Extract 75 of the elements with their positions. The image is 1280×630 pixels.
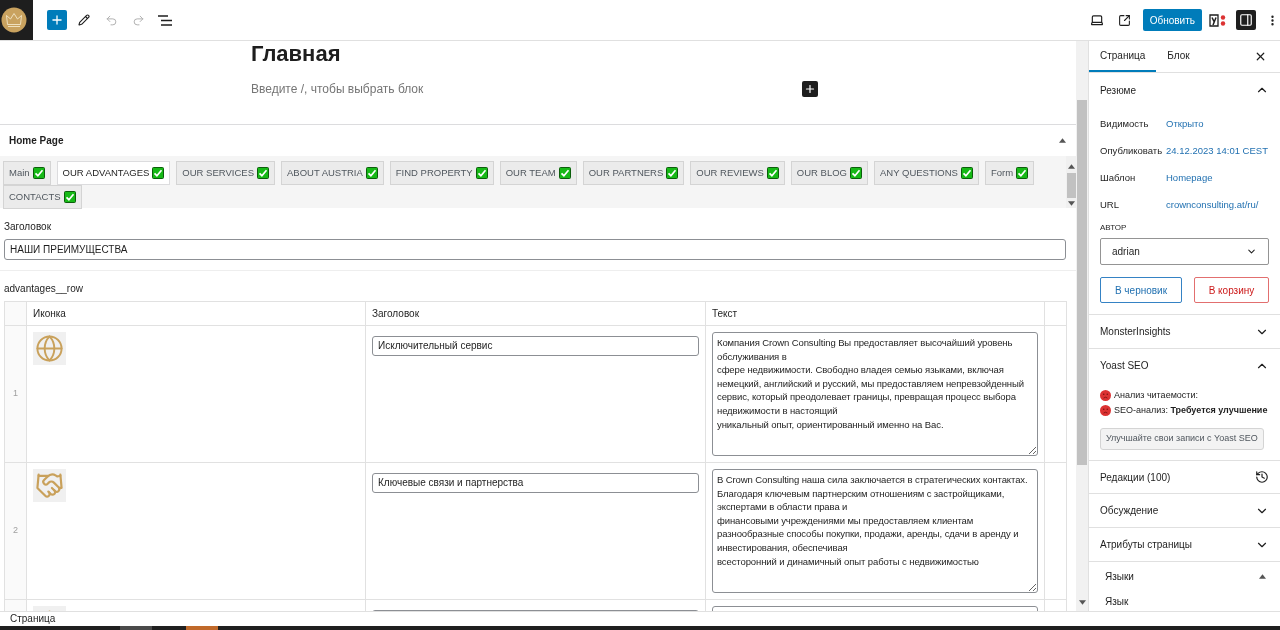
- author-label: АВТОР: [1100, 222, 1128, 234]
- breadcrumb-link[interactable]: Страница: [10, 613, 56, 625]
- external-link-icon: [1118, 13, 1132, 27]
- author-select[interactable]: adrian: [1100, 238, 1269, 265]
- setting-link[interactable]: crownconsulting.at/ru/: [1166, 198, 1259, 213]
- move-to-trash-button[interactable]: В корзину: [1194, 277, 1269, 303]
- revisions-button[interactable]: Редакции (100): [1089, 461, 1280, 493]
- history-icon: [1255, 470, 1269, 484]
- row-number: 2: [5, 463, 27, 600]
- column-header: Текст: [706, 302, 1045, 326]
- setting-label: Шаблон: [1100, 171, 1137, 186]
- sidebar-tab[interactable]: Страница: [1089, 41, 1157, 72]
- row-number: 1: [5, 326, 27, 463]
- sidebar-panel-icon: [1239, 13, 1253, 27]
- scroll-down-arrow-icon: [1078, 600, 1086, 605]
- panel-toggle[interactable]: Атрибуты страницы: [1089, 528, 1280, 561]
- plus-icon: [804, 83, 816, 95]
- laptop-icon: [1089, 13, 1104, 27]
- panel-toggle[interactable]: Обсуждение: [1089, 494, 1280, 527]
- text-area-field[interactable]: Компания Crown Consulting Вы предоставляет высочайший уровень обслуживания в сфере недвижимости. Свободно владея семью языками, включая немецкий, английский и русский, мы предоставляем непревзойденный сервис, который преодолевает границы, превращая процесс выбора недвижимости в настоящий уникальный опыт, ориентированный именно на Вас.: [712, 332, 1038, 456]
- switch-to-draft-button[interactable]: В черновик: [1100, 277, 1182, 303]
- heading-input[interactable]: НАШИ ПРЕИМУЩЕСТВА: [4, 239, 1066, 260]
- y-logo-icon: [1209, 13, 1227, 27]
- undo-icon: [104, 13, 118, 27]
- tab[interactable]: FIND PROPERTY: [389, 161, 494, 185]
- tab[interactable]: OUR SERVICES: [176, 161, 275, 185]
- scrollbar-thumb[interactable]: [1077, 100, 1087, 465]
- tab[interactable]: OUR PARTNERS: [582, 161, 685, 185]
- panel-toggle[interactable]: MonsterInsights: [1089, 315, 1280, 348]
- tab[interactable]: ABOUT AUSTRIA: [280, 161, 384, 185]
- scrollbar-track[interactable]: [1076, 41, 1088, 611]
- setting-label: URL: [1100, 198, 1120, 213]
- scroll-up-arrow-icon: [1067, 164, 1075, 169]
- crown-logo-icon[interactable]: [0, 0, 33, 40]
- plus-icon: [50, 13, 64, 27]
- update-button[interactable]: Обновить: [1142, 9, 1202, 31]
- analysis-result: SEO-анализ: Требуется улучшение: [1114, 403, 1268, 417]
- setting-link[interactable]: Homepage: [1166, 171, 1213, 186]
- tab[interactable]: OUR BLOG: [790, 161, 868, 185]
- add-block-button[interactable]: [802, 81, 818, 97]
- text-area-field[interactable]: В Crown Consulting наша сила заключается в стратегических контактах. Благодаря ключевым партнерским отношениям с застройщиками, экспертами в области права и финансовыми учреждениями мы предоставляем клиентам разнообразные способы покупки, продажи, аренды, сдачи в аренду и инвестирования, обеспечивая всесторонний и динамичный опыт работы с недвижимостью: [712, 469, 1038, 593]
- scrollbar-thumb[interactable]: [1066, 173, 1076, 198]
- analysis-result: Анализ читаемости:: [1114, 388, 1198, 402]
- tab[interactable]: ANY QUESTIONS: [874, 161, 979, 185]
- setting-label: Опубликовать: [1100, 144, 1164, 159]
- settings-toggle-button[interactable]: [1236, 10, 1256, 30]
- tab[interactable]: Form: [984, 161, 1035, 185]
- redo-icon: [131, 13, 145, 27]
- scroll-down-arrow-icon: [1067, 201, 1075, 206]
- seo-upgrade-button[interactable]: Улучшайте свои записи с Yoast SEO: [1100, 428, 1264, 450]
- setting-link[interactable]: 24.12.2023 14:01 CEST: [1166, 144, 1268, 159]
- column-header: Заголовок: [366, 302, 706, 326]
- field-label: Заголовок: [4, 220, 53, 233]
- page-title[interactable]: Главная: [251, 41, 825, 66]
- panel-toggle[interactable]: Yoast SEO: [1089, 349, 1280, 382]
- field-label: Язык: [1105, 596, 1130, 608]
- block-placeholder[interactable]: Введите /, чтобы выбрать блок: [251, 80, 424, 98]
- scrollbar-track[interactable]: [1066, 156, 1076, 208]
- title-input[interactable]: Исключительный сервис: [372, 335, 699, 356]
- tab[interactable]: Main: [3, 161, 51, 185]
- column-header: Иконка: [27, 302, 366, 326]
- tab[interactable]: OUR TEAM: [499, 161, 577, 185]
- setting-label: Видимость: [1100, 117, 1150, 132]
- title-input[interactable]: Ключевые связи и партнерства: [372, 472, 699, 493]
- panel-toggle[interactable]: Языки: [1089, 562, 1280, 590]
- tab[interactable]: CONTACTS: [3, 185, 82, 209]
- list-view-icon: [158, 14, 172, 26]
- pencil-icon: [78, 14, 90, 26]
- sidebar-tab[interactable]: Блок: [1156, 41, 1201, 72]
- setting-link[interactable]: Открыто: [1166, 117, 1204, 132]
- field-label: advantages__row: [4, 282, 84, 295]
- tab[interactable]: OUR ADVANTAGES: [56, 161, 171, 185]
- tab[interactable]: OUR REVIEWS: [690, 161, 785, 185]
- panel-toggle[interactable]: Резюме: [1089, 73, 1280, 107]
- chevron-down-icon: [1246, 246, 1257, 257]
